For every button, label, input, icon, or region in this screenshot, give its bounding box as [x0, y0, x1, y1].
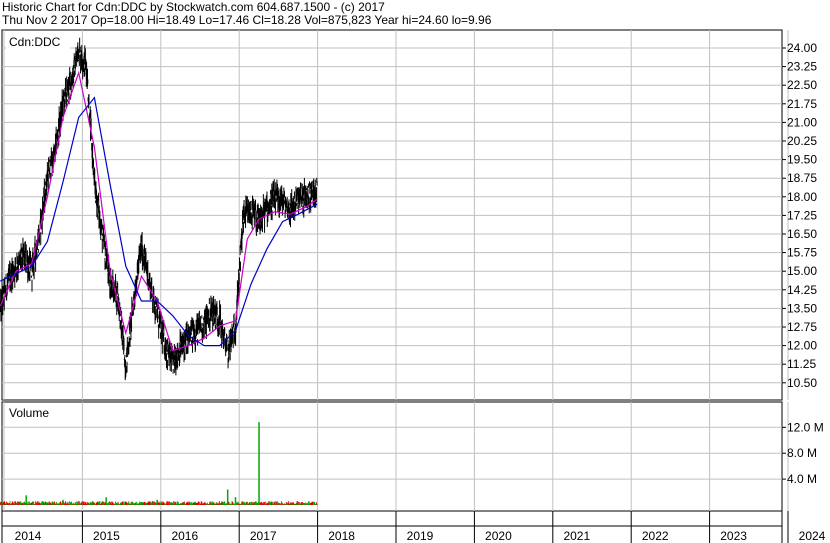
x-tick-label: 2019: [407, 529, 434, 543]
x-tick-label: 2017: [250, 529, 277, 543]
price-tick-label: 24.00: [787, 41, 817, 55]
stock-chart: Cdn:DDC 24.00 23.25 22.50 21.75 21.00 20.25 19…: [0, 29, 826, 543]
x-tick-label: 2022: [642, 529, 669, 543]
x-tick-label: 2020: [485, 529, 512, 543]
price-tick-label: 14.25: [787, 283, 817, 297]
volume-tick-label: 12.0 M: [787, 420, 824, 434]
price-tick-label: 19.50: [787, 153, 817, 167]
ticker-label: Cdn:DDC: [9, 35, 61, 49]
price-tick-label: 18.00: [787, 190, 817, 204]
x-tick-label: 2016: [171, 529, 198, 543]
price-tick-label: 18.75: [787, 171, 817, 185]
volume-tick-label: 4.0 M: [787, 472, 817, 486]
volume-tick-label: 8.0 M: [787, 446, 817, 460]
price-tick-label: 22.50: [787, 78, 817, 92]
price-tick-label: 23.25: [787, 60, 817, 74]
price-tick-label: 17.25: [787, 208, 817, 222]
volume-frame: [1, 401, 783, 512]
price-tick-label: 11.25: [787, 357, 816, 371]
price-tick-label: 12.75: [787, 320, 817, 334]
price-tick-label: 21.00: [787, 115, 817, 129]
x-tick-label: 2015: [93, 529, 120, 543]
price-tick-label: 10.50: [787, 376, 817, 390]
x-tick-label: 2014: [15, 529, 42, 543]
price-panel: Cdn:DDC 24.00 23.25 22.50 21.75 21.00 20.25 19…: [0, 29, 817, 401]
price-tick-label: 21.75: [787, 97, 817, 111]
x-tick-label: 2024: [799, 529, 826, 543]
volume-label: Volume: [9, 406, 49, 420]
x-tick-label: 2023: [720, 529, 747, 543]
price-tick-label: 16.50: [787, 227, 817, 241]
price-tick-label: 13.50: [787, 301, 817, 315]
price-tick-label: 15.75: [787, 246, 817, 260]
x-axis: 2014 2015 2016 2017 2018 2019 2020 2021 2022 2023…: [1, 511, 826, 543]
volume-panel: Volume 12.0 M 8.0 M 4.0 M: [0, 401, 824, 512]
x-tick-label: 2021: [563, 529, 590, 543]
x-tick-label: 2018: [328, 529, 355, 543]
price-tick-label: 20.25: [787, 134, 817, 148]
price-tick-label: 12.00: [787, 339, 817, 353]
price-tick-label: 15.00: [787, 264, 817, 278]
